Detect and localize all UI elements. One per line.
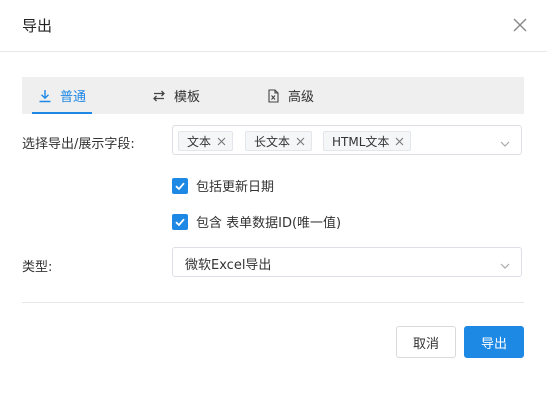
include-form-id-checkbox[interactable]: 包含 表单数据ID(唯一值) xyxy=(172,212,341,231)
checkbox-label: 包含 表单数据ID(唯一值) xyxy=(196,216,342,231)
fields-multiselect[interactable]: 文本 长文本 HTML文本 xyxy=(172,125,522,155)
dialog-header: 导出 xyxy=(0,0,547,52)
remove-tag-icon[interactable] xyxy=(217,137,226,146)
download-icon xyxy=(38,89,52,103)
checkbox-checked-icon xyxy=(172,177,188,194)
divider xyxy=(22,302,524,303)
chevron-down-icon xyxy=(499,257,511,269)
swap-icon xyxy=(152,89,166,103)
checkbox-label: 包括更新日期 xyxy=(196,180,275,195)
remove-tag-icon[interactable] xyxy=(395,137,404,146)
cancel-button[interactable]: 取消 xyxy=(396,326,456,358)
type-select[interactable]: 微软Excel导出 xyxy=(172,247,522,277)
chevron-down-icon xyxy=(499,135,511,147)
type-label: 类型: xyxy=(22,260,53,275)
field-tag-label: 文本 xyxy=(187,134,212,149)
tab-label: 普通 xyxy=(60,90,87,105)
tab-normal[interactable]: 普通 xyxy=(31,77,93,114)
checkbox-checked-icon xyxy=(172,213,188,230)
tab-bar: 普通 模板 高级 xyxy=(22,77,524,114)
export-dialog: 导出 普通 模板 高级 选择导出/展示字段: 文本 长文本 HTML文本 包括更… xyxy=(0,0,547,401)
remove-tag-icon[interactable] xyxy=(296,137,305,146)
field-tag: 文本 xyxy=(178,131,234,151)
field-tag: 长文本 xyxy=(245,131,313,151)
close-icon[interactable] xyxy=(510,15,530,35)
tab-label: 高级 xyxy=(288,90,315,105)
fields-label: 选择导出/展示字段: xyxy=(22,137,135,152)
field-tag: HTML文本 xyxy=(323,131,412,151)
tab-label: 模板 xyxy=(174,90,201,105)
tab-template[interactable]: 模板 xyxy=(152,77,200,114)
field-tag-label: 长文本 xyxy=(254,134,291,149)
include-update-date-checkbox[interactable]: 包括更新日期 xyxy=(172,176,274,195)
dialog-title: 导出 xyxy=(22,17,53,35)
field-tag-label: HTML文本 xyxy=(332,134,390,149)
export-button[interactable]: 导出 xyxy=(464,326,524,358)
tab-advanced[interactable]: 高级 xyxy=(266,77,314,114)
excel-file-icon xyxy=(266,88,280,103)
type-select-value: 微软Excel导出 xyxy=(185,258,272,273)
